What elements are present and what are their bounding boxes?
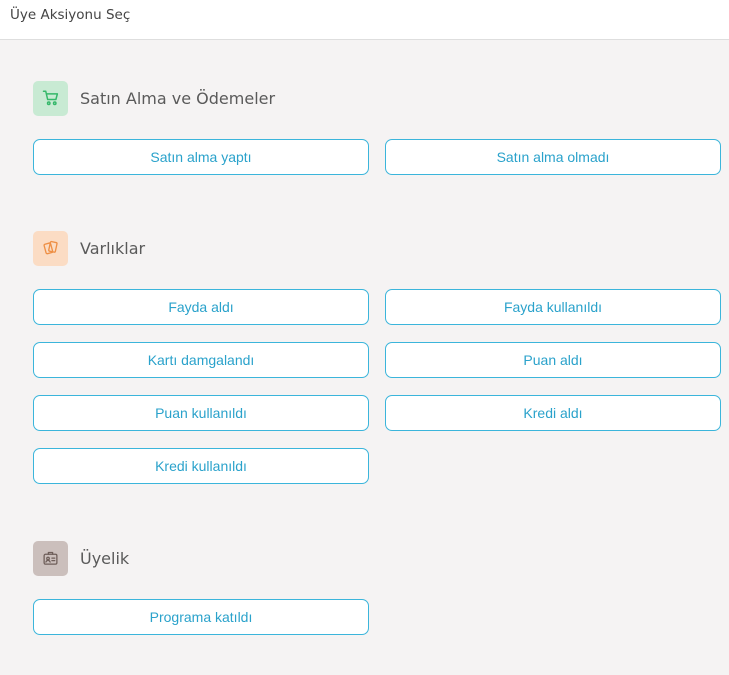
id-badge-icon: [33, 540, 68, 576]
points-received-button[interactable]: Puan aldı: [385, 342, 721, 378]
joined-program-button[interactable]: Programa katıldı: [33, 599, 369, 635]
cards-icon: [33, 230, 68, 266]
section-membership-header: Üyelik: [33, 540, 129, 576]
purchase-made-button[interactable]: Satın alma yaptı: [33, 139, 369, 175]
section-assets-title: Varlıklar: [80, 238, 146, 258]
section-purchases-title: Satın Alma ve Ödemeler: [80, 88, 276, 108]
shopping-cart-icon: [33, 80, 68, 116]
page-header: Üye Aksiyonu Seç: [0, 0, 729, 40]
section-purchases-header: Satın Alma ve Ödemeler: [33, 80, 275, 116]
card-stamped-button[interactable]: Kartı damgalandı: [33, 342, 369, 378]
points-used-button[interactable]: Puan kullanıldı: [33, 395, 369, 431]
section-membership-title: Üyelik: [80, 548, 130, 568]
no-purchase-button[interactable]: Satın alma olmadı: [385, 139, 721, 175]
page-title: Üye Aksiyonu Seç: [10, 7, 131, 23]
section-assets-header: Varlıklar: [33, 230, 145, 266]
credit-used-button[interactable]: Kredi kullanıldı: [33, 448, 369, 484]
benefit-used-button[interactable]: Fayda kullanıldı: [385, 289, 721, 325]
benefit-received-button[interactable]: Fayda aldı: [33, 289, 369, 325]
credit-received-button[interactable]: Kredi aldı: [385, 395, 721, 431]
